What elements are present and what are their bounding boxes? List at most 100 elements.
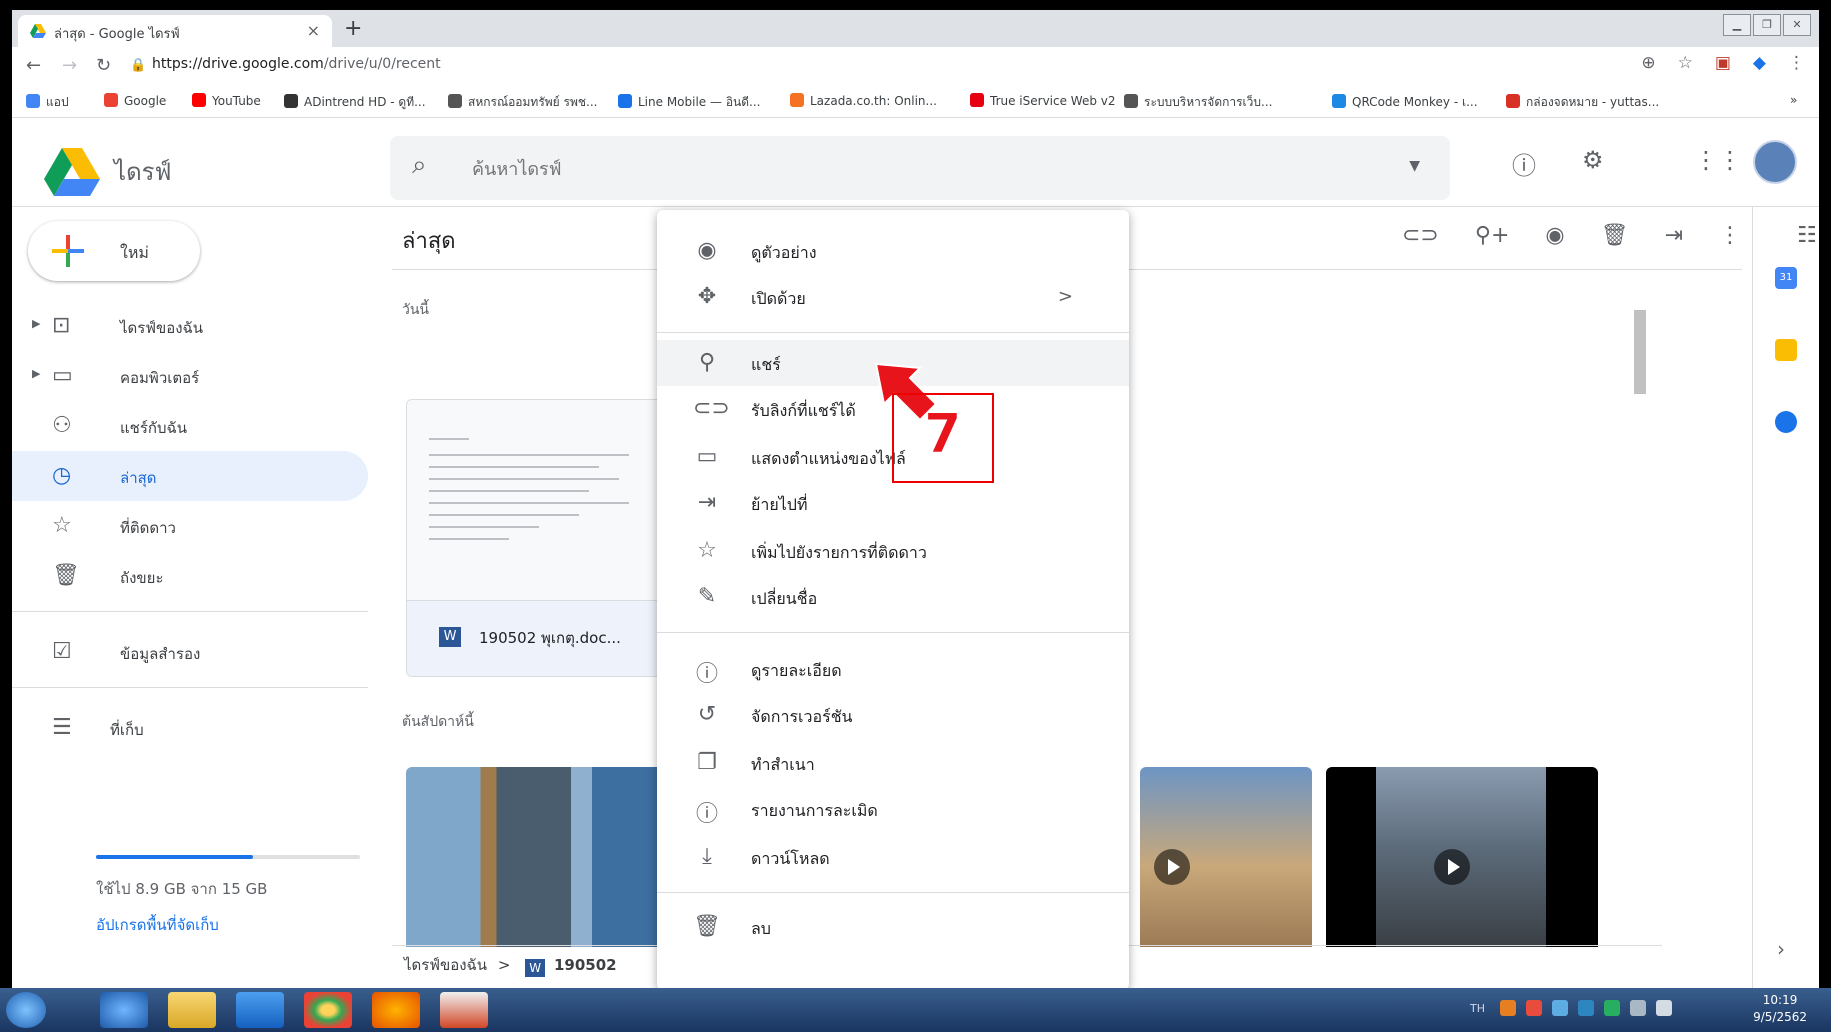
play-icon[interactable] [1434, 849, 1470, 885]
language-indicator[interactable]: TH [1470, 1002, 1485, 1015]
tray-icon[interactable] [1500, 1000, 1516, 1016]
calendar-icon[interactable]: 31 [1775, 267, 1797, 289]
menu-item-preview[interactable]: ◉ ดูตัวอย่าง [657, 228, 1129, 274]
back-icon[interactable]: ← [26, 55, 41, 76]
bookmark-item[interactable]: Google [104, 93, 166, 108]
eye-icon[interactable]: ◉ [1545, 223, 1564, 248]
menu-item-add-star[interactable]: ☆ เพิ่มไปยังรายการที่ติดดาว [657, 528, 1129, 574]
search-bar[interactable]: ⌕ ▼ [390, 136, 1450, 200]
breadcrumb-root[interactable]: ไดรฟ์ของฉัน [404, 956, 487, 974]
tray-icon[interactable] [1526, 1000, 1542, 1016]
search-options-icon[interactable]: ▼ [1409, 158, 1420, 174]
outlook-icon[interactable] [236, 992, 284, 1028]
sidebar-item-shared[interactable]: ⚇ แชร์กับฉัน [12, 401, 368, 451]
sidebar-item-trash[interactable]: 🗑 ถังขยะ [12, 551, 368, 601]
reload-icon[interactable]: ↻ [96, 55, 111, 76]
move-icon[interactable]: ⇥ [1665, 223, 1683, 248]
keep-icon[interactable] [1775, 339, 1797, 361]
zoom-icon[interactable]: ⊕ [1641, 53, 1655, 73]
power-icon[interactable] [1630, 1000, 1646, 1016]
file-card[interactable]: W 190502 พุเกตุ.doc... [406, 399, 666, 677]
bookmark-item[interactable]: YouTube [192, 93, 261, 108]
bookmark-item[interactable]: QRCode Monkey - เ... [1332, 93, 1478, 112]
menu-item-remove[interactable]: 🗑 ลบ [657, 904, 1129, 950]
tasks-icon[interactable] [1775, 411, 1797, 433]
maximize-button[interactable]: ❐ [1753, 14, 1781, 36]
link-icon[interactable]: ⊂⊃ [1402, 223, 1439, 248]
video-thumbnail[interactable] [1326, 767, 1598, 947]
menu-item-move-to[interactable]: ⇥ ย้ายไปที่ [657, 480, 1129, 526]
menu-divider [657, 332, 1129, 333]
bookmark-item[interactable]: Lazada.co.th: Onlin... [790, 93, 937, 108]
word-doc-icon: W [439, 627, 461, 647]
firefox-icon[interactable] [372, 992, 420, 1028]
sidebar-item-recent[interactable]: ◷ ล่าสุด [12, 451, 368, 501]
browser-tab[interactable]: ล่าสุด - Google ไดรฟ์ × [18, 15, 332, 47]
menu-item-rename[interactable]: ✎ เปลี่ยนชื่อ [657, 574, 1129, 620]
bookmark-item[interactable]: Line Mobile — อินดี... [618, 93, 760, 112]
menu-item-download[interactable]: ⤓ ดาวน์โหลด [657, 834, 1129, 880]
bookmark-item[interactable]: แอป [26, 93, 69, 112]
scrollbar[interactable] [1634, 310, 1646, 394]
tab-close-icon[interactable]: × [307, 21, 320, 40]
menu-item-details[interactable]: ⓘ ดูรายละเอียด [657, 646, 1129, 692]
explorer-icon[interactable] [168, 992, 216, 1028]
play-icon[interactable] [1154, 849, 1190, 885]
new-button[interactable]: ใหม่ [28, 221, 200, 281]
bookmark-star-icon[interactable]: ☆ [1678, 53, 1693, 73]
photo-thumbnail[interactable] [406, 767, 672, 947]
sidebar-item-computers[interactable]: ▶ ▭ คอมพิวเตอร์ [12, 351, 368, 401]
expand-arrow-icon[interactable]: ▶ [32, 317, 40, 330]
sidebar-item-storage[interactable]: ☰ ที่เก็บ [12, 703, 368, 753]
volume-icon[interactable] [1656, 1000, 1672, 1016]
bookmark-item[interactable]: ADintrend HD - ดูที... [284, 93, 426, 112]
chevron-right-icon: > [1057, 286, 1073, 307]
breadcrumb-file[interactable]: 190502 [554, 956, 617, 974]
expand-arrow-icon[interactable]: ▶ [32, 367, 40, 380]
minimize-button[interactable]: ▁ [1723, 14, 1751, 36]
sidebar-item-my-drive[interactable]: ▶ ⊡ ไดรฟ์ของฉัน [12, 301, 368, 351]
search-input[interactable] [470, 152, 1174, 186]
expand-panel-icon[interactable]: › [1777, 937, 1785, 961]
trash-icon[interactable]: 🗑 [1601, 223, 1629, 248]
avatar[interactable] [1753, 140, 1797, 184]
bookmark-item[interactable]: True iService Web v2 [970, 93, 1116, 108]
powerpoint-icon[interactable] [440, 992, 488, 1028]
bookmark-item[interactable]: กล่องจดหมาย - yuttas... [1506, 93, 1659, 112]
bookmarks-more-button[interactable]: » [1790, 93, 1797, 107]
chrome-icon[interactable] [304, 992, 352, 1028]
pdf-extension-icon[interactable]: ▣ [1715, 53, 1731, 73]
menu-item-make-copy[interactable]: ❐ ทำสำเนา [657, 740, 1129, 786]
menu-item-label: ทำสำเนา [751, 755, 815, 774]
menu-item-report-abuse[interactable]: ⓘ รายงานการละเมิด [657, 786, 1129, 832]
apps-grid-icon[interactable]: ⋮⋮ [1694, 146, 1742, 174]
tray-icon[interactable] [1552, 1000, 1568, 1016]
more-vert-icon[interactable]: ⋮ [1719, 223, 1741, 248]
help-icon[interactable]: ⓘ [1512, 146, 1536, 181]
tray-icon[interactable] [1578, 1000, 1594, 1016]
network-icon[interactable] [1604, 1000, 1620, 1016]
system-clock[interactable]: 10:19 9/5/2562 [1753, 992, 1807, 1026]
new-tab-button[interactable]: + [344, 16, 362, 41]
menu-dots-icon[interactable]: ⋮ [1788, 53, 1805, 73]
address-bar: ← → ↻ 🔒 https://drive.google.com/drive/u… [12, 47, 1819, 86]
bookmark-label: ADintrend HD - ดูที... [304, 95, 426, 109]
drive-logo-icon [44, 148, 100, 196]
start-button[interactable] [6, 992, 46, 1028]
forward-icon[interactable]: → [62, 55, 77, 76]
url-field[interactable]: https://drive.google.com/drive/u/0/recen… [152, 56, 441, 72]
video-thumbnail[interactable] [1140, 767, 1312, 947]
menu-item-manage-versions[interactable]: ↺ จัดการเวอร์ชัน [657, 692, 1129, 738]
menu-item-open-with[interactable]: ✥ เปิดด้วย > [657, 274, 1129, 320]
upgrade-storage-link[interactable]: อัปเกรดพื้นที่จัดเก็บ [96, 913, 219, 937]
bookmark-item[interactable]: ระบบบริหารจัดการเว็บ... [1124, 93, 1272, 112]
share-person-icon[interactable]: ⚲+ [1475, 223, 1510, 248]
close-window-button[interactable]: ✕ [1783, 14, 1811, 36]
search-icon[interactable]: ⌕ [412, 150, 427, 181]
extension-icon[interactable]: ◆ [1753, 53, 1766, 73]
settings-gear-icon[interactable]: ⚙ [1582, 146, 1604, 174]
ie-icon[interactable] [100, 992, 148, 1028]
sidebar-item-backups[interactable]: ☑ ข้อมูลสำรอง [12, 627, 368, 677]
sidebar-item-starred[interactable]: ☆ ที่ติดดาว [12, 501, 368, 551]
bookmark-item[interactable]: สหกรณ์ออมทรัพย์ รพช... [448, 93, 597, 112]
